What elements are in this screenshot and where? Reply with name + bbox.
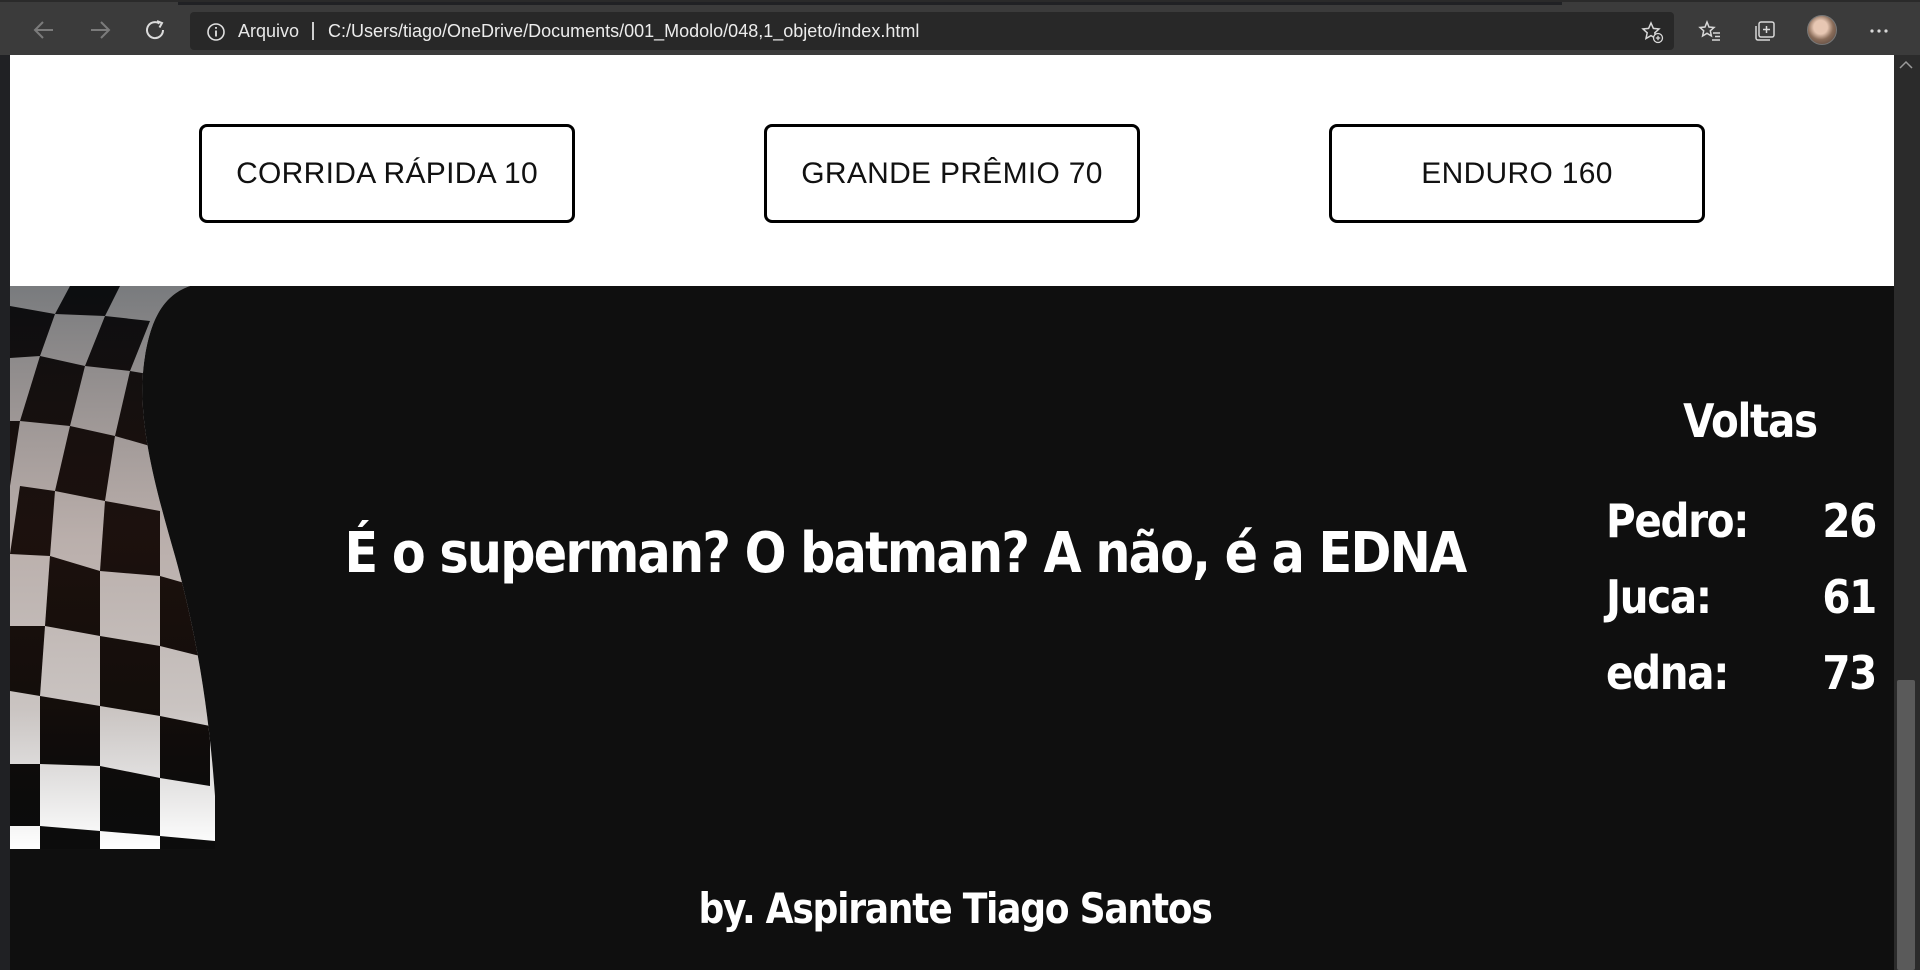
laps-row-edna: edna: 73 [1606,646,1877,706]
racer-name: Juca: [1606,570,1712,624]
laps-title: Voltas [1683,394,1818,448]
browser-toolbar: Arquivo C:/Users/tiago/OneDrive/Document… [0,0,1920,55]
forward-icon [91,21,111,39]
address-separator [312,20,314,42]
race-buttons-row: CORRIDA RÁPIDA 10 GRANDE PRÊMIO 70 ENDUR… [10,55,1894,286]
url-text[interactable]: C:/Users/tiago/OneDrive/Documents/001_Mo… [328,20,919,42]
more-icon [1870,29,1888,33]
racer-name: Pedro: [1606,494,1749,548]
back-icon [33,21,53,39]
race-result-section: É o superman? O batman? A não, é a EDNA … [10,286,1894,970]
tab-strip [178,2,1562,5]
author-credit: by. Aspirante Tiago Santos [698,884,1212,933]
racer-name: edna: [1606,646,1729,700]
enduro-button[interactable]: ENDURO 160 [1329,124,1705,223]
window-edge [0,55,10,970]
lap-count: 61 [1822,570,1877,624]
collections-icon [1755,21,1775,41]
back-button[interactable] [26,12,62,48]
laps-row-juca: Juca: 61 [1606,570,1877,630]
add-favorite-icon[interactable] [1640,20,1664,44]
quick-race-button[interactable]: CORRIDA RÁPIDA 10 [199,124,575,223]
origin-label: Arquivo [238,21,300,41]
collections-button[interactable] [1748,14,1782,48]
refresh-button[interactable] [137,12,173,48]
grand-prix-button[interactable]: GRANDE PRÊMIO 70 [764,124,1140,223]
scroll-up-icon[interactable] [1899,60,1913,70]
main-message: É o superman? O batman? A não, é a EDNA [344,521,1468,586]
favorites-icon [1698,19,1720,41]
address-bar[interactable]: Arquivo C:/Users/tiago/OneDrive/Document… [190,12,1674,50]
checkered-flag-image [10,286,215,849]
more-button[interactable] [1862,14,1896,48]
laps-row-pedro: Pedro: 26 [1606,494,1877,554]
scrollbar-thumb[interactable] [1897,680,1915,970]
forward-button[interactable] [82,12,118,48]
refresh-icon [146,20,165,40]
page-viewport: CORRIDA RÁPIDA 10 GRANDE PRÊMIO 70 ENDUR… [10,55,1894,970]
lap-count: 73 [1822,646,1877,700]
lap-count: 26 [1822,494,1877,548]
info-icon[interactable] [206,22,226,42]
profile-avatar[interactable] [1807,15,1837,45]
favorites-button[interactable] [1693,14,1727,48]
